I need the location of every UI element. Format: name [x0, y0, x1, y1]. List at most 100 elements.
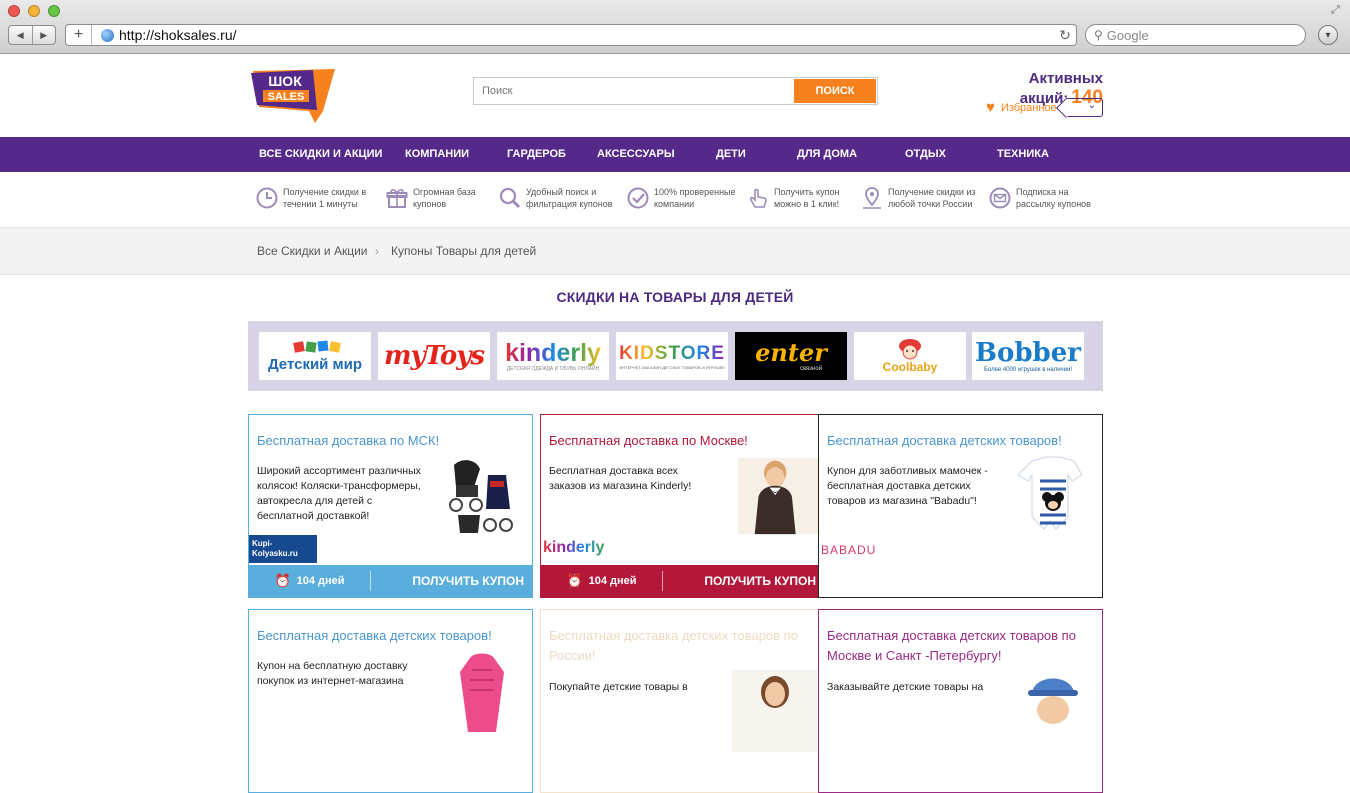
- brand-coolbaby[interactable]: Coolbaby: [854, 332, 966, 380]
- envelope-icon: [989, 187, 1011, 209]
- favorites-label: Избранное: [1000, 101, 1057, 114]
- coupon-title[interactable]: Бесплатная доставка детских товаров!: [257, 626, 522, 646]
- clock-icon: [256, 187, 278, 209]
- coupon-card[interactable]: Бесплатная доставка по МСК! Широкий ассо…: [248, 414, 533, 598]
- coupon-card[interactable]: Бесплатная доставка детских товаров! Куп…: [818, 414, 1103, 598]
- girl-image: [732, 670, 818, 752]
- store-logo[interactable]: Kupi-Kolyasku.ru: [249, 535, 317, 563]
- checkmark-icon: [627, 187, 649, 209]
- coupon-card[interactable]: Бесплатная доставка по Москве! Бесплатна…: [540, 414, 825, 598]
- brand-bobber[interactable]: Bobber Более 4000 игрушек в наличии!: [972, 332, 1084, 380]
- breadcrumb: Все Скидки и Акции › Купоны Товары для д…: [0, 227, 1350, 275]
- coupon-days-left: ⏰ 104 дней: [249, 571, 371, 591]
- brand-kidstore[interactable]: KIDSTORE ИНТЕРНЕТ-МАГАЗИН ДЕТСКИХ ТОВАРО…: [616, 332, 728, 380]
- heart-icon: ♥: [986, 99, 995, 116]
- forward-button[interactable]: ▶: [31, 26, 56, 44]
- coupon-days-left: ⏰ 104 дней: [541, 571, 663, 591]
- brand-logo-text: Coolbaby: [882, 360, 938, 374]
- store-logo-text: Kupi-Kolyasku.ru: [252, 539, 298, 558]
- nav-all-deals[interactable]: ВСЕ СКИДКИ И АКЦИИ: [259, 148, 382, 160]
- brand-logo-text: enter: [755, 338, 827, 367]
- back-button[interactable]: ◀: [9, 26, 32, 44]
- store-logo-text: kinderly: [543, 539, 605, 556]
- brand-logo-text: kinderly: [505, 339, 601, 367]
- breadcrumb-home-link[interactable]: Все Скидки и Акции: [257, 244, 368, 258]
- boy-image: [738, 457, 818, 535]
- nav-home[interactable]: ДЛЯ ДОМА: [797, 148, 857, 160]
- alarm-clock-icon: ⏰: [566, 573, 583, 588]
- feature-text: Получение скидки из любой точки России: [888, 187, 976, 209]
- feature-text: Получение скидки в течении 1 минуты: [283, 187, 367, 209]
- close-window-button[interactable]: [8, 5, 20, 17]
- store-logo[interactable]: BABADU: [821, 541, 876, 559]
- coupon-card[interactable]: Бесплатная доставка детских товаров! Куп…: [248, 609, 533, 793]
- get-coupon-button[interactable]: ПОЛУЧИТЬ КУПОН: [663, 574, 824, 588]
- nav-electronics[interactable]: ТЕХНИКА: [997, 148, 1049, 160]
- alarm-clock-icon: ⏰: [274, 573, 291, 588]
- coupon-title[interactable]: Бесплатная доставка детских товаров по Р…: [549, 626, 814, 666]
- site-logo[interactable]: ШОК SALES: [251, 67, 337, 123]
- feature-text: Огромная база купонов: [413, 187, 476, 209]
- coupon-description: Широкий ассортимент различных колясок! К…: [257, 465, 421, 522]
- page-title: СКИДКИ НА ТОВАРЫ ДЛЯ ДЕТЕЙ: [556, 289, 794, 305]
- baby-romper-image: [1017, 456, 1083, 530]
- nav-wardrobe[interactable]: ГАРДЕРОБ: [507, 148, 566, 160]
- kid-hat-image: [1028, 678, 1078, 724]
- nav-kids[interactable]: ДЕТИ: [716, 148, 746, 160]
- brand-enter[interactable]: enter связной: [735, 332, 847, 380]
- store-logo-text: BABADU: [821, 543, 877, 557]
- url-text[interactable]: http://shoksales.ru/: [119, 27, 1054, 43]
- favorites-link[interactable]: ♥ Избранное: [986, 100, 1057, 115]
- zoom-window-button[interactable]: [48, 5, 60, 17]
- add-bookmark-button[interactable]: +: [66, 25, 92, 45]
- globe-icon: [101, 28, 114, 42]
- brand-detsky-mir[interactable]: Детский мир: [259, 332, 371, 380]
- brand-kinderly[interactable]: kinderly ДЕТСКАЯ ОДЕЖДА И ОБУВЬ ОНЛАЙН: [497, 332, 609, 380]
- downloads-icon[interactable]: ▾: [1318, 25, 1338, 45]
- coupon-card[interactable]: Бесплатная доставка детских товаров по Р…: [540, 609, 825, 793]
- brand-mytoys[interactable]: myToys: [378, 332, 490, 380]
- brand-logo-text: KIDSTORE: [619, 342, 725, 364]
- brand-tagline: ДЕТСКАЯ ОДЕЖДА И ОБУВЬ ОНЛАЙН: [506, 366, 600, 372]
- get-coupon-button[interactable]: ПОЛУЧИТЬ КУПОН: [371, 574, 532, 588]
- nav-accessories[interactable]: АКСЕССУАРЫ: [597, 148, 675, 160]
- coupon-title[interactable]: Бесплатная доставка детских товаров!: [827, 431, 1092, 451]
- browser-search-placeholder: Google: [1106, 27, 1149, 43]
- breadcrumb-current: Купоны Товары для детей: [391, 244, 537, 258]
- minimize-window-button[interactable]: [28, 5, 40, 17]
- feature-item: Огромная база купонов: [386, 186, 476, 210]
- coupon-title[interactable]: Бесплатная доставка детских товаров по М…: [827, 626, 1092, 666]
- feature-item: Подписка на рассылку купонов: [989, 186, 1091, 210]
- search-input[interactable]: [480, 82, 780, 100]
- nav-companies[interactable]: КОМПАНИИ: [405, 148, 469, 160]
- nav-leisure[interactable]: ОТДЫХ: [905, 148, 946, 160]
- coupon-title[interactable]: Бесплатная доставка по МСК!: [257, 431, 522, 451]
- coupon-description: Купон на бесплатную доставку покупок из …: [257, 660, 408, 687]
- search-icon: ⚲: [1094, 28, 1103, 42]
- coolbaby-mascot-icon: [899, 339, 921, 360]
- address-bar[interactable]: + http://shoksales.ru/ ↻: [65, 24, 1077, 46]
- fullscreen-icon[interactable]: ⤢: [1331, 4, 1340, 17]
- coupon-description: Купон для заботливых мамочек - бесплатна…: [827, 465, 988, 507]
- days-text: 104 дней: [588, 575, 637, 587]
- logo-top-text: ШОК: [268, 73, 302, 89]
- feature-item: Получение скидки в течении 1 минуты: [256, 186, 366, 210]
- store-logo[interactable]: kinderly: [543, 539, 604, 557]
- site-search: ПОИСК: [473, 77, 878, 105]
- favorites-dropdown[interactable]: ⌄: [1066, 98, 1103, 117]
- feature-item: Получить купон можно в 1 клик!: [747, 186, 839, 210]
- gift-icon: [386, 189, 408, 208]
- brand-logo-text: myToys: [383, 341, 485, 371]
- detsky-mir-blocks-icon: [293, 340, 341, 353]
- coupon-card[interactable]: Бесплатная доставка детских товаров по М…: [818, 609, 1103, 793]
- feature-item: 100% проверенные компании: [627, 186, 736, 210]
- browser-search-field[interactable]: ⚲ Google: [1085, 24, 1306, 46]
- feature-text: Удобный поиск и фильтрация купонов: [526, 187, 613, 209]
- brand-strip: Детский мир myToys kinderly ДЕТСКАЯ ОДЕЖ…: [248, 321, 1103, 391]
- coupon-title[interactable]: Бесплатная доставка по Москве!: [549, 431, 814, 451]
- feature-text: 100% проверенные компании: [654, 187, 736, 209]
- logo-bottom-text: SALES: [268, 91, 305, 103]
- search-button[interactable]: ПОИСК: [794, 79, 876, 103]
- breadcrumb-separator: ›: [375, 244, 379, 258]
- reload-icon[interactable]: ↻: [1054, 27, 1076, 44]
